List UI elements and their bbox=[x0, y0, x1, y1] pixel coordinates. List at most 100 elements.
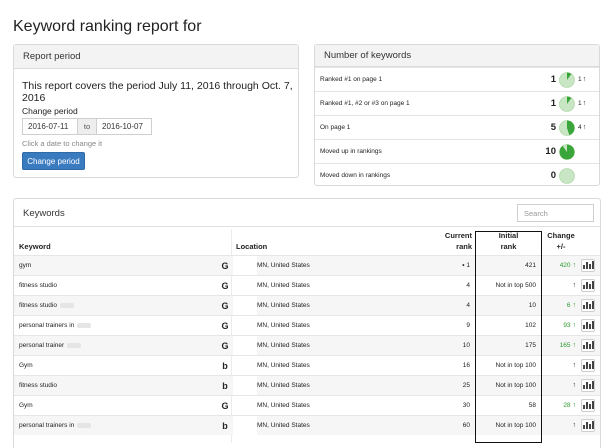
page-title: Keyword ranking report for bbox=[13, 18, 202, 35]
keywords-panel: Keywords Search Keyword Location Current… bbox=[13, 198, 601, 448]
chart-icon-bar bbox=[585, 282, 588, 289]
summary-row-label: On page 1 bbox=[320, 124, 351, 131]
table-row[interactable]: fitness studio G MN, United States 4 10 6 ↑ bbox=[14, 295, 600, 316]
change-value: 28 bbox=[563, 402, 571, 409]
chart-icon-bar bbox=[582, 265, 585, 269]
keyword-cell: Gym bbox=[19, 362, 33, 369]
date-to-label: to bbox=[78, 118, 96, 135]
chart-icon-bar bbox=[582, 325, 585, 329]
report-period-heading: Report period bbox=[14, 45, 298, 69]
bar-chart-icon[interactable] bbox=[581, 319, 595, 332]
keyword-summary-row: Ranked #1 on page 1 1 1 ↑ bbox=[315, 67, 599, 91]
bar-chart-icon[interactable] bbox=[581, 419, 595, 432]
location-cell: MN, United States bbox=[257, 402, 310, 409]
current-rank-cell: 60 bbox=[434, 422, 470, 429]
change-cell: 28 ↑ bbox=[542, 402, 576, 409]
bar-chart-icon[interactable] bbox=[581, 339, 595, 352]
keyword-summary-row: Moved up in rankings 10 bbox=[315, 139, 599, 163]
table-row[interactable]: Gym b MN, United States 16 Not in top 100 ↑ bbox=[14, 355, 600, 376]
keyword-text: gym bbox=[19, 262, 32, 269]
redacted-text bbox=[77, 322, 92, 328]
current-rank-value: 10 bbox=[462, 342, 470, 349]
table-row[interactable]: Gym G MN, United States 30 58 28 ↑ bbox=[14, 395, 600, 416]
arrow-up-icon: ↑ bbox=[570, 322, 576, 329]
current-rank-value: 30 bbox=[462, 402, 470, 409]
keyword-summary-row: On page 1 5 4 ↑ bbox=[315, 115, 599, 139]
summary-row-count: 1 bbox=[550, 74, 556, 85]
bar-chart-icon[interactable] bbox=[581, 399, 595, 412]
search-input[interactable]: Search bbox=[517, 204, 594, 222]
initial-rank-cell: 102 bbox=[525, 322, 536, 329]
table-row[interactable]: fitness studio b MN, United States 25 Not in… bbox=[14, 375, 600, 396]
redacted-area bbox=[233, 276, 257, 296]
keyword-text: fitness studio bbox=[19, 382, 57, 389]
redacted-area bbox=[233, 376, 257, 396]
current-rank-cell: 10 bbox=[434, 342, 470, 349]
bar-chart-icon[interactable] bbox=[581, 379, 595, 392]
current-rank-cell: 16 bbox=[434, 362, 470, 369]
bar-chart-icon[interactable] bbox=[581, 299, 595, 312]
bar-chart-icon[interactable] bbox=[581, 279, 595, 292]
chart-icon-bar bbox=[585, 422, 588, 429]
bar-chart-icon[interactable] bbox=[581, 259, 595, 272]
number-of-keywords-heading: Number of keywords bbox=[315, 45, 599, 67]
start-date-input[interactable]: 2016-07-11 bbox=[22, 118, 78, 135]
column-header-change[interactable]: Change +/- bbox=[544, 231, 578, 251]
summary-change-value: 1 bbox=[578, 76, 582, 83]
chart-icon-bar bbox=[585, 382, 588, 389]
keyword-text: Gym bbox=[19, 362, 33, 369]
chart-icon-bar bbox=[588, 284, 591, 289]
column-header-current-rank[interactable]: Current rank bbox=[439, 231, 472, 251]
change-cell: 165 ↑ bbox=[542, 342, 576, 349]
summary-row-change: 4 ↑ bbox=[578, 124, 586, 131]
chart-icon-bar bbox=[588, 364, 591, 369]
column-header-keyword[interactable]: Keyword bbox=[19, 242, 51, 251]
chart-icon-bar bbox=[585, 342, 588, 349]
arrow-up-icon: ↑ bbox=[570, 262, 576, 269]
table-row[interactable]: personal trainers in b MN, United States 60… bbox=[14, 415, 600, 436]
table-row[interactable]: personal trainers in G MN, United States 9 1… bbox=[14, 315, 600, 336]
redacted-area bbox=[233, 336, 257, 356]
date-range: 2016-07-11 to 2016-10-07 bbox=[22, 118, 152, 135]
redacted-text bbox=[59, 302, 74, 308]
column-header-initial-rank[interactable]: Initial rank bbox=[477, 231, 540, 251]
summary-pie-icon bbox=[559, 96, 575, 112]
redacted-area bbox=[233, 296, 257, 316]
current-rank-value: 4 bbox=[466, 282, 470, 289]
column-header-location[interactable]: Location bbox=[236, 242, 267, 251]
keyword-text: personal trainer bbox=[19, 342, 65, 349]
chart-icon-bar bbox=[585, 362, 588, 369]
summary-change-value: 4 bbox=[578, 124, 582, 131]
initial-rank-cell: Not in top 100 bbox=[495, 362, 536, 369]
bar-chart-icon[interactable] bbox=[581, 359, 595, 372]
keyword-cell: gym bbox=[19, 262, 31, 269]
end-date-input[interactable]: 2016-10-07 bbox=[96, 118, 152, 135]
redacted-area bbox=[233, 316, 257, 336]
header-divider bbox=[14, 226, 600, 227]
initial-rank-cell: 58 bbox=[528, 402, 536, 409]
change-value: 420 bbox=[559, 262, 571, 269]
change-cell: ↑ bbox=[542, 422, 577, 429]
table-row[interactable]: personal trainer G MN, United States 10 175 1… bbox=[14, 335, 600, 356]
chart-icon-bar bbox=[591, 421, 594, 429]
table-row[interactable]: gym G MN, United States • 1 421 420 ↑ bbox=[14, 255, 600, 276]
current-rank-header-line2: rank bbox=[456, 242, 472, 251]
pie-background bbox=[559, 168, 575, 184]
initial-rank-cell: 175 bbox=[525, 342, 536, 349]
initial-rank-header-line1: Initial bbox=[498, 231, 519, 240]
current-rank-header-line1: Current bbox=[444, 231, 472, 240]
location-cell: MN, United States bbox=[257, 262, 310, 269]
keyword-text: fitness studio bbox=[19, 302, 57, 309]
change-period-button[interactable]: Change period bbox=[22, 152, 85, 170]
keyword-text: Gym bbox=[19, 402, 33, 409]
chart-icon-bar bbox=[588, 344, 591, 349]
keyword-text: fitness studio bbox=[19, 282, 57, 289]
summary-pie-icon bbox=[559, 120, 575, 136]
keyword-text: personal trainers in bbox=[19, 422, 75, 429]
current-rank-cell: 25 bbox=[434, 382, 470, 389]
redacted-area bbox=[233, 356, 257, 376]
initial-rank-cell: Not in top 100 bbox=[495, 422, 536, 429]
table-row[interactable]: fitness studio G MN, United States 4 Not in … bbox=[14, 275, 600, 296]
redacted-text bbox=[67, 342, 82, 348]
initial-rank-header-line2: rank bbox=[500, 242, 517, 251]
